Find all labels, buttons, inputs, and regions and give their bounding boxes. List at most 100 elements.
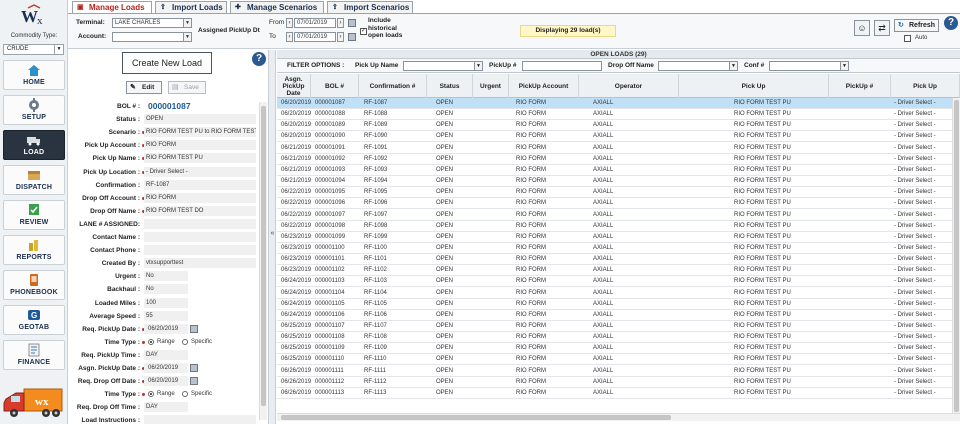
column-header[interactable]: Operator — [579, 74, 679, 98]
table-row[interactable]: 06/21/2019 000001091 RF-1091 OPEN RIO FORM AX… — [277, 143, 952, 154]
time-type-range-radio[interactable] — [148, 338, 154, 345]
calendar-icon[interactable] — [190, 377, 198, 386]
nav-finance-button[interactable]: FINANCE — [3, 340, 65, 370]
edit-button[interactable]: ✎ Edit — [126, 81, 162, 94]
table-row[interactable]: 06/25/2019 000001109 RF-1109 OPEN RIO FORM AX… — [277, 343, 952, 355]
nav-setup-button[interactable]: SETUP — [3, 95, 65, 125]
table-cell: RF-1111 — [364, 367, 387, 374]
help-icon[interactable]: ? — [252, 52, 266, 66]
grid-horizontal-scrollbar[interactable] — [277, 413, 960, 421]
table-row[interactable]: 06/25/2019 000001107 RF-1107 OPEN RIO FORM AX… — [277, 321, 952, 332]
refresh-button[interactable]: ↻ Refresh — [894, 19, 939, 32]
calendar-icon[interactable] — [348, 19, 356, 27]
nav-geotab-button[interactable]: G GEOTAB — [3, 305, 65, 335]
table-row[interactable]: 06/25/2019 000001110 RF-1110 OPEN RIO FORM AX… — [277, 354, 952, 366]
table-row[interactable]: 06/23/2019 000001102 RF-1102 OPEN RIO FORM AX… — [277, 265, 952, 277]
table-row[interactable]: 06/21/2019 000001093 RF-1093 OPEN RIO FORM AX… — [277, 165, 952, 176]
nav-phonebook-button[interactable]: PHONEBOOK — [3, 270, 65, 300]
table-row[interactable]: 06/26/2019 000001112 RF-1112 OPEN RIO FORM AX… — [277, 377, 952, 388]
table-cell: 06/26/2019 — [281, 367, 312, 374]
driver-view-button[interactable]: ☺ — [854, 20, 870, 36]
table-row[interactable]: 06/20/2019 000001090 RF-1090 OPEN RIO FORM AX… — [277, 131, 952, 143]
nav-review-button[interactable]: REVIEW — [3, 200, 65, 230]
tab-import-scenarios[interactable]: ⇪ Import Scenarios — [327, 1, 413, 13]
time-type-specific-radio[interactable] — [182, 391, 188, 398]
create-new-load-button[interactable]: Create New Load — [122, 52, 212, 74]
column-header[interactable]: Confirmation # — [359, 74, 427, 98]
form-date-value[interactable]: 06/20/2019 — [144, 363, 188, 373]
from-prev-arrow[interactable]: ‹ — [286, 18, 293, 28]
filter-pickup-name-select[interactable]: ▼ — [403, 61, 483, 71]
table-row[interactable]: 06/21/2019 000001092 RF-1092 OPEN RIO FORM AX… — [277, 154, 952, 165]
table-row[interactable]: 06/23/2019 000001099 RF-1099 OPEN RIO FORM AX… — [277, 232, 952, 243]
table-row[interactable]: 06/23/2019 000001100 RF-1100 OPEN RIO FORM AX… — [277, 243, 952, 254]
terminal-select[interactable]: LAKE CHARLES ▼ — [112, 18, 192, 28]
table-row[interactable]: 06/26/2019 000001111 RF-1111 OPEN RIO FORM AX… — [277, 366, 952, 377]
form-scrollbar[interactable] — [259, 102, 267, 420]
column-header[interactable]: BOL # — [311, 74, 359, 98]
column-header[interactable]: PickUp # — [829, 74, 891, 98]
scrollbar-thumb[interactable] — [261, 106, 266, 406]
column-header[interactable]: Pick Up — [679, 74, 829, 98]
time-type-range-radio[interactable] — [148, 391, 154, 398]
column-header[interactable]: Pick Up — [891, 74, 960, 98]
auto-refresh-checkbox[interactable] — [904, 35, 911, 42]
include-historical-checkbox[interactable]: ✓ — [360, 28, 367, 35]
table-row[interactable]: 06/24/2019 000001106 RF-1106 OPEN RIO FORM AX… — [277, 310, 952, 321]
nav-dispatch-button[interactable]: DISPATCH — [3, 165, 65, 195]
tab-manage-scenarios[interactable]: ✚ Manage Scenarios — [230, 1, 324, 13]
table-row[interactable]: 06/26/2019 000001113 RF-1113 OPEN RIO FORM AX… — [277, 388, 952, 399]
table-row[interactable]: 06/24/2019 000001103 RF-1103 OPEN RIO FORM AX… — [277, 276, 952, 288]
table-row[interactable]: 06/25/2019 000001108 RF-1108 OPEN RIO FORM AX… — [277, 332, 952, 344]
table-row[interactable]: 06/22/2019 000001097 RF-1097 OPEN RIO FORM AX… — [277, 210, 952, 221]
to-date-input[interactable]: 07/01/2019 — [294, 32, 336, 42]
commodity-type-select[interactable]: CRUDE ▼ — [3, 44, 64, 55]
help-icon[interactable]: ? — [944, 16, 958, 30]
scrollbar-thumb[interactable] — [281, 415, 671, 420]
table-row[interactable]: 06/22/2019 000001096 RF-1096 OPEN RIO FORM AX… — [277, 198, 952, 210]
export-button[interactable]: ⇄ — [874, 20, 890, 36]
column-header[interactable]: PickUp Account — [509, 74, 579, 98]
nav-load-button[interactable]: LOAD — [3, 130, 65, 160]
calendar-icon[interactable] — [190, 324, 198, 333]
table-row[interactable]: 06/20/2019 000001087 RF-1087 OPEN RIO FORM AX… — [277, 98, 952, 109]
to-next-arrow[interactable]: › — [337, 32, 344, 42]
nav-reports-button[interactable]: REPORTS — [3, 235, 65, 265]
time-type-specific-radio[interactable] — [182, 338, 188, 345]
column-header[interactable]: Asgn. PickUp Date — [277, 74, 311, 98]
filter-conf-select[interactable]: ▼ — [769, 61, 849, 71]
table-row[interactable]: 06/22/2019 000001095 RF-1095 OPEN RIO FORM AX… — [277, 187, 952, 199]
save-button[interactable]: ▤ Save — [168, 81, 206, 94]
table-row[interactable]: 06/24/2019 000001105 RF-1105 OPEN RIO FORM AX… — [277, 299, 952, 310]
table-row[interactable]: 06/22/2019 000001098 RF-1098 OPEN RIO FORM AX… — [277, 221, 952, 232]
table-row[interactable]: 06/21/2019 000001094 RF-1094 OPEN RIO FORM AX… — [277, 176, 952, 188]
from-next-arrow[interactable]: › — [337, 18, 344, 28]
tab-import-loads[interactable]: ⇪ Import Loads — [155, 1, 227, 13]
table-row[interactable]: 06/24/2019 000001104 RF-1104 OPEN RIO FORM AX… — [277, 288, 952, 299]
tab-manage-loads[interactable]: ▣ Manage Loads — [72, 1, 152, 13]
form-date-value[interactable]: 06/20/2019 — [144, 323, 188, 334]
column-header[interactable]: Urgent — [473, 74, 509, 98]
table-cell: RIO FORM TEST PU — [734, 389, 791, 396]
svg-text:W: W — [21, 7, 38, 26]
column-header[interactable]: Status — [427, 74, 473, 98]
form-date-value[interactable]: 06/20/2019 — [144, 376, 188, 387]
nav-home-button[interactable]: HOME — [3, 60, 65, 90]
table-row[interactable]: 06/20/2019 000001089 RF-1089 OPEN RIO FORM AX… — [277, 120, 952, 132]
table-cell — [477, 232, 513, 243]
table-row[interactable]: 06/23/2019 000001101 RF-1101 OPEN RIO FORM AX… — [277, 254, 952, 266]
filter-pickup-number-input[interactable] — [522, 61, 602, 71]
collapse-icon[interactable]: « — [269, 230, 276, 237]
scrollbar-thumb[interactable] — [954, 100, 959, 412]
calendar-icon[interactable] — [348, 33, 356, 41]
to-prev-arrow[interactable]: ‹ — [286, 32, 293, 42]
panel-splitter[interactable]: « — [269, 50, 276, 424]
table-cell: OPEN — [436, 100, 454, 106]
from-date-input[interactable]: 07/01/2019 — [294, 18, 336, 28]
table-cell: 000001087 — [315, 100, 346, 106]
filter-dropoff-name-select[interactable]: ▼ — [658, 61, 738, 71]
account-select[interactable]: ▼ — [112, 32, 192, 42]
grid-vertical-scrollbar[interactable] — [952, 98, 960, 413]
table-row[interactable]: 06/20/2019 000001088 RF-1088 OPEN RIO FORM AX… — [277, 109, 952, 121]
calendar-icon[interactable] — [190, 364, 198, 372]
